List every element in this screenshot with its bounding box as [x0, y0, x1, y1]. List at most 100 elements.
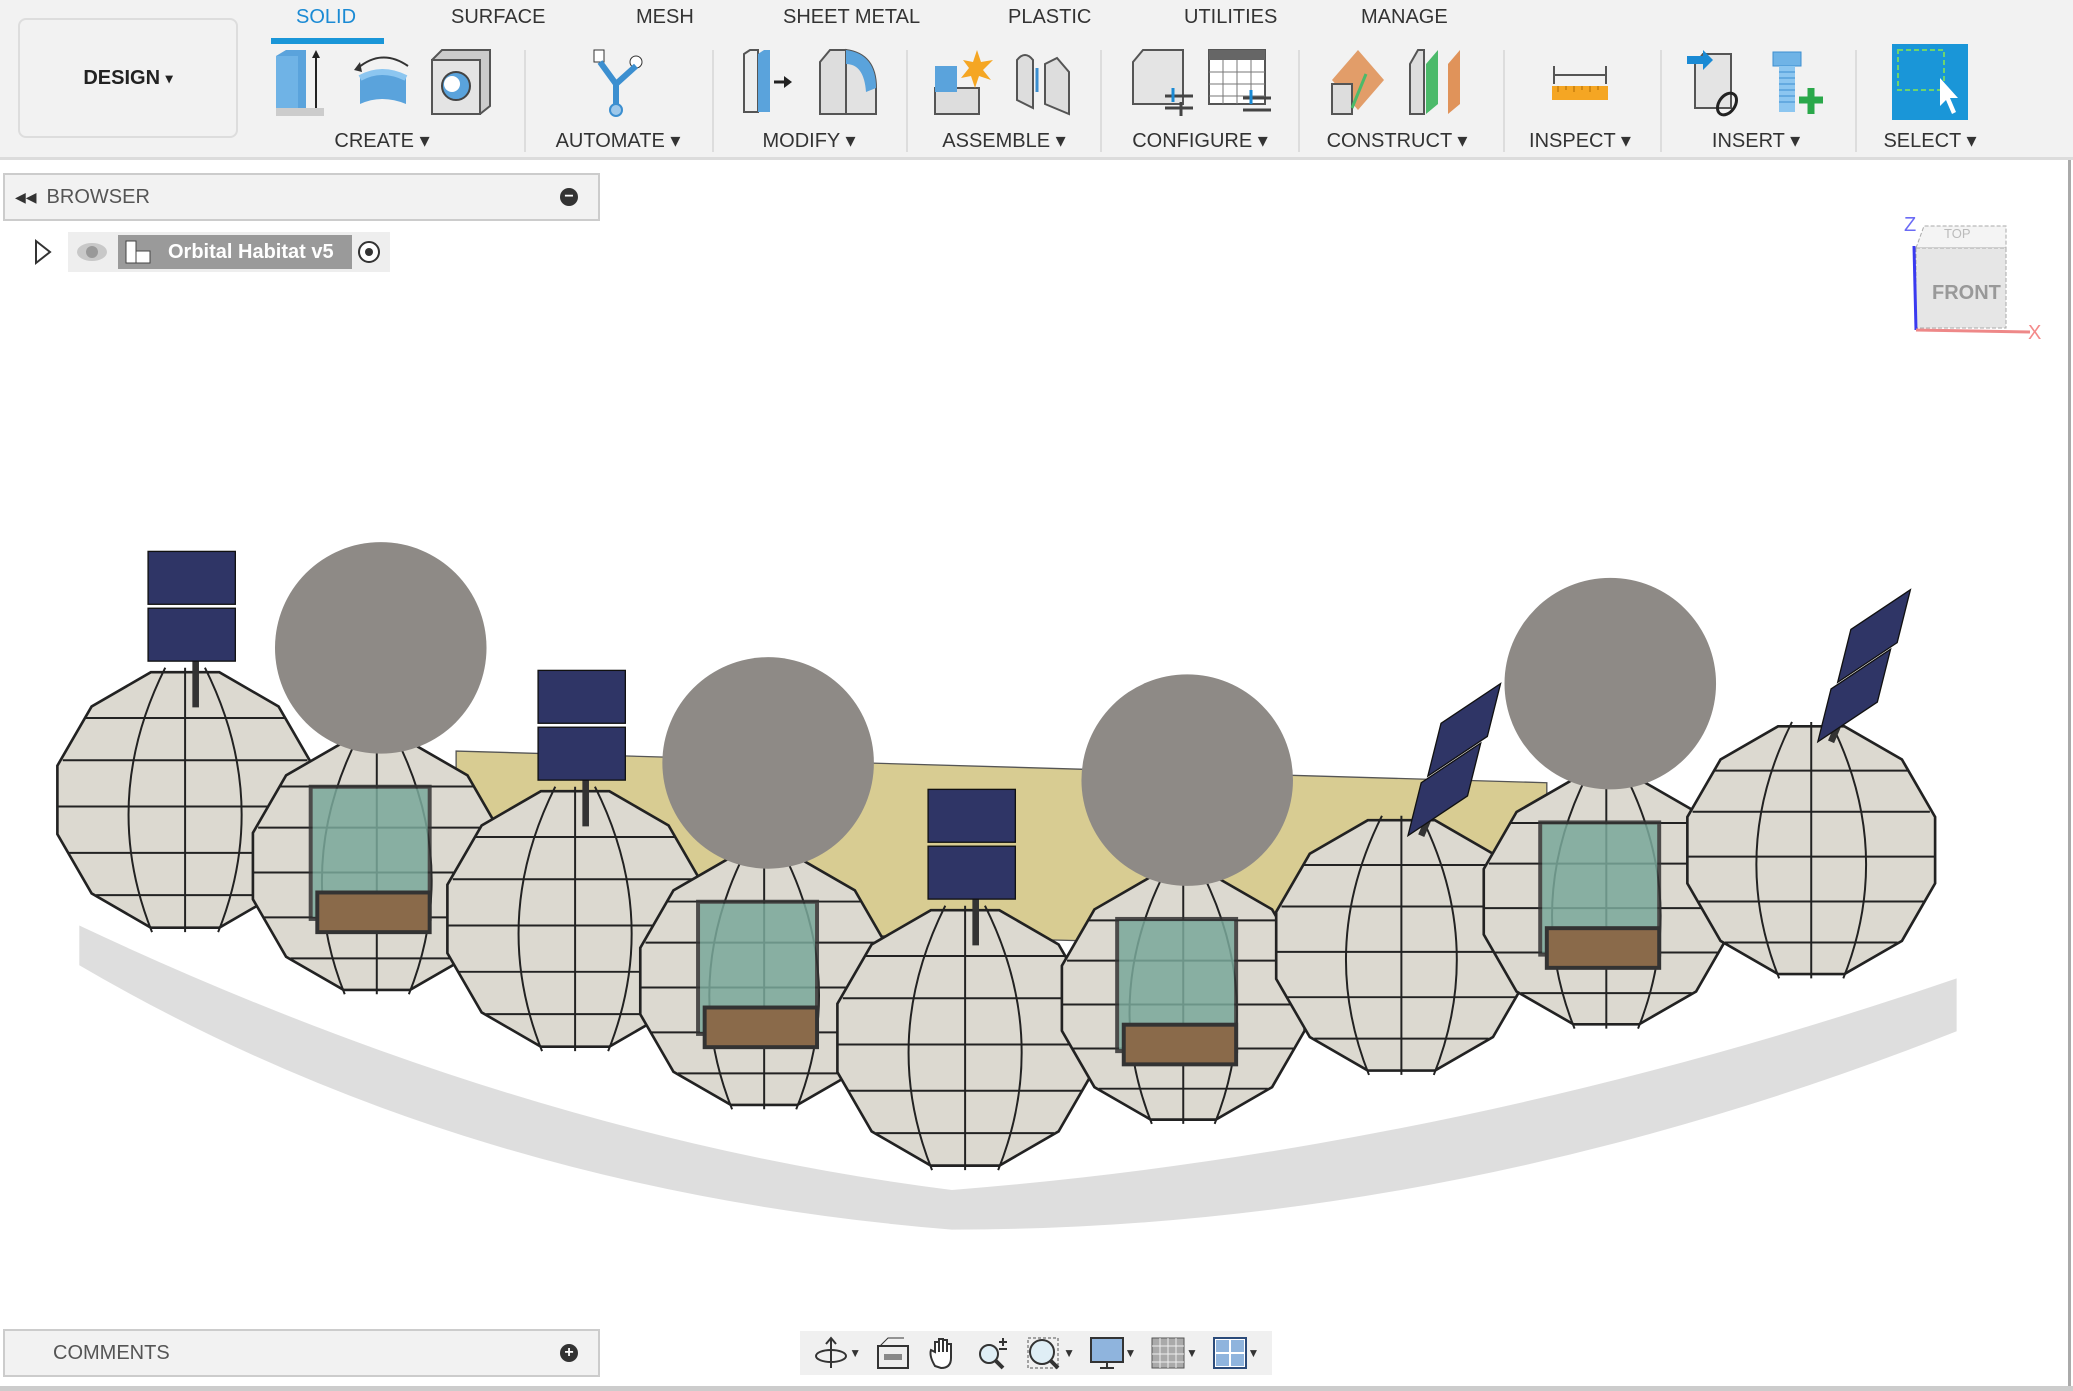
display-settings-icon[interactable]	[1088, 1336, 1126, 1370]
dome	[1081, 674, 1293, 886]
window-edge	[2068, 160, 2071, 1391]
viewcube-front-face[interactable]: FRONT	[1932, 282, 2001, 305]
solar-panel	[927, 788, 1017, 843]
design-workspace-button[interactable]: DESIGN ▾	[18, 18, 238, 138]
select-icon[interactable]	[1892, 44, 1968, 120]
orbit-dropdown-icon[interactable]: ▼	[849, 1346, 861, 1360]
window-edge	[0, 1386, 2073, 1391]
insert-mcmaster-icon[interactable]	[1763, 48, 1827, 118]
active-tab-indicator	[271, 38, 384, 44]
tab-manage[interactable]: MANAGE	[1361, 6, 1448, 29]
activate-radio-icon[interactable]	[352, 237, 386, 267]
browser-title: BROWSER	[46, 185, 150, 208]
fit-icon[interactable]	[1026, 1336, 1064, 1370]
modify-menu[interactable]: MODIFY ▾	[720, 128, 898, 153]
separator	[1298, 50, 1300, 152]
axis-z-label: Z	[1904, 214, 1917, 236]
tab-solid[interactable]: SOLID	[296, 6, 356, 29]
toolbar: DESIGN ▾ SOLID SURFACE MESH SHEET METAL …	[0, 0, 2073, 160]
tab-surface[interactable]: SURFACE	[451, 6, 545, 29]
soil-bed	[702, 1005, 820, 1050]
browser-panel: ◀◀ BROWSER −	[3, 173, 600, 221]
automate-icon[interactable]	[586, 48, 650, 118]
browser-tree-item[interactable]: Orbital Habitat v5	[30, 232, 390, 272]
tab-mesh[interactable]: MESH	[636, 6, 694, 29]
select-group: SELECT ▾	[1862, 44, 1998, 156]
tab-sheet-metal[interactable]: SHEET METAL	[783, 6, 920, 29]
dome	[662, 657, 874, 869]
hole-icon[interactable]	[428, 48, 492, 118]
separator	[524, 50, 526, 152]
minimize-icon[interactable]: −	[560, 188, 578, 206]
component-icon	[125, 240, 151, 264]
separator	[1100, 50, 1102, 152]
caret-icon: ▾	[165, 69, 173, 86]
axis-x-label: X	[2028, 322, 2042, 344]
solar-panel	[147, 550, 236, 605]
viewcube-top-face[interactable]: TOP	[1944, 226, 1971, 241]
construct-group: CONSTRUCT ▾	[1306, 46, 1488, 156]
inspect-group: INSPECT ▾	[1510, 46, 1650, 156]
pan-icon[interactable]	[925, 1336, 963, 1370]
inspect-menu[interactable]: INSPECT ▾	[1510, 128, 1650, 153]
look-at-icon[interactable]	[874, 1336, 912, 1370]
solar-panel	[537, 669, 626, 724]
fit-dropdown-icon[interactable]: ▼	[1063, 1346, 1075, 1360]
dome	[274, 542, 487, 754]
soil-bed	[1544, 926, 1662, 970]
design-label: DESIGN	[83, 66, 161, 89]
viewports-dropdown-icon[interactable]: ▼	[1248, 1346, 1260, 1360]
revolve-icon[interactable]	[350, 48, 414, 118]
automate-menu[interactable]: AUTOMATE ▾	[534, 128, 702, 153]
collapse-panel-icon[interactable]: ◀◀	[15, 189, 37, 206]
configure-icon[interactable]	[1129, 48, 1193, 118]
grid-icon[interactable]	[1149, 1336, 1187, 1370]
assemble-group: ASSEMBLE ▾	[914, 46, 1094, 156]
solar-panel	[537, 726, 626, 781]
select-menu[interactable]: SELECT ▾	[1862, 128, 1998, 153]
visibility-eye-icon[interactable]	[72, 237, 112, 267]
new-component-icon[interactable]	[933, 48, 997, 118]
midplane-icon[interactable]	[1404, 48, 1468, 118]
configuration-table-icon[interactable]	[1207, 48, 1271, 118]
display-dropdown-icon[interactable]: ▼	[1125, 1346, 1137, 1360]
insert-menu[interactable]: INSERT ▾	[1668, 128, 1844, 153]
navigation-toolbar: ▼ ▼ ▼ ▼ ▼	[800, 1331, 1272, 1375]
add-comment-icon[interactable]: +	[560, 1344, 578, 1362]
extrude-icon[interactable]	[272, 48, 336, 118]
insert-group: INSERT ▾	[1668, 46, 1844, 156]
fillet-icon[interactable]	[816, 48, 880, 118]
separator	[712, 50, 714, 152]
automate-group: AUTOMATE ▾	[534, 46, 702, 156]
document-name[interactable]: Orbital Habitat v5	[158, 235, 352, 269]
expand-triangle-icon[interactable]	[30, 238, 54, 266]
press-pull-icon[interactable]	[738, 48, 802, 118]
create-group: CREATE ▾	[262, 46, 502, 156]
comments-title: COMMENTS	[53, 1341, 170, 1364]
solar-panel	[147, 607, 236, 662]
separator	[1660, 50, 1662, 152]
create-menu[interactable]: CREATE ▾	[262, 128, 502, 153]
separator	[1503, 50, 1505, 152]
offset-plane-icon[interactable]	[1326, 48, 1390, 118]
soil-bed	[1121, 1022, 1239, 1067]
configure-group: CONFIGURE ▾	[1108, 46, 1292, 156]
configure-menu[interactable]: CONFIGURE ▾	[1108, 128, 1292, 153]
construct-menu[interactable]: CONSTRUCT ▾	[1306, 128, 1488, 153]
zoom-icon[interactable]	[975, 1336, 1013, 1370]
assemble-menu[interactable]: ASSEMBLE ▾	[914, 128, 1094, 153]
insert-derive-icon[interactable]	[1685, 48, 1749, 118]
joint-icon[interactable]	[1011, 48, 1075, 118]
solar-panel	[927, 845, 1017, 900]
tab-utilities[interactable]: UTILITIES	[1184, 6, 1277, 29]
grid-dropdown-icon[interactable]: ▼	[1186, 1346, 1198, 1360]
view-cube[interactable]: TOP FRONT Z X	[1904, 214, 2044, 348]
orbit-icon[interactable]	[812, 1336, 850, 1370]
viewports-icon[interactable]	[1211, 1336, 1249, 1370]
separator	[1855, 50, 1857, 152]
measure-icon[interactable]	[1548, 48, 1612, 118]
comments-panel: COMMENTS +	[3, 1329, 600, 1377]
dome	[1504, 577, 1717, 790]
tab-plastic[interactable]: PLASTIC	[1008, 6, 1091, 29]
separator	[906, 50, 908, 152]
